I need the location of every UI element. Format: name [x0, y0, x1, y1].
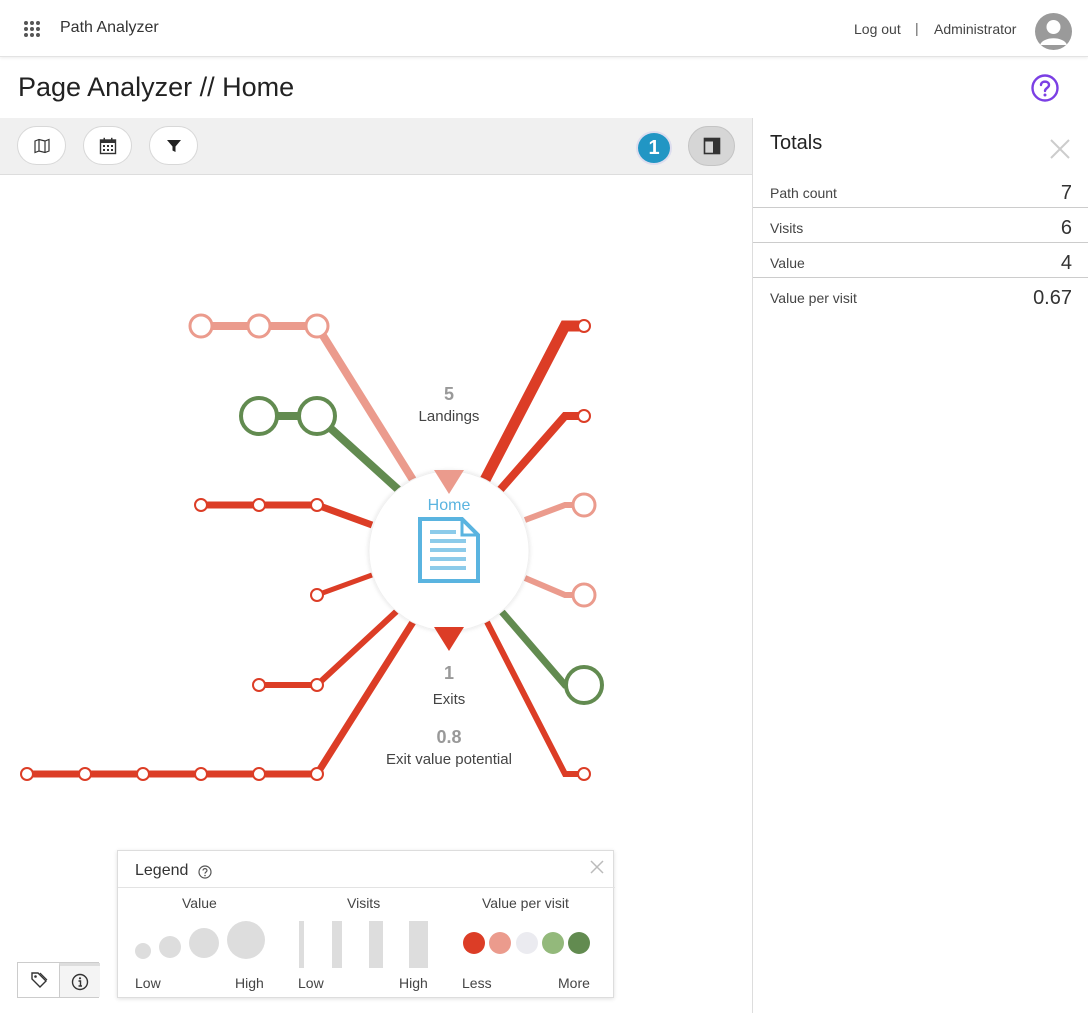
path-incoming-short[interactable]	[310, 572, 373, 602]
legend-value-high: High	[235, 975, 264, 991]
legend-value-swatch	[135, 943, 151, 959]
user-icon	[1040, 20, 1067, 45]
legend-value-low: Low	[135, 975, 161, 991]
totals-label: Path count	[770, 185, 837, 201]
legend-visits-swatch	[409, 921, 428, 968]
legend-panel: Legend Value Visits Value per visit Low	[117, 850, 615, 998]
totals-row-value: Value 4	[753, 243, 1088, 278]
legend-vpv-swatch	[489, 932, 511, 954]
legend-visits-swatch	[299, 921, 304, 968]
avatar[interactable]	[1035, 13, 1072, 50]
legend-swatches	[135, 921, 590, 968]
totals-value: 7	[1060, 182, 1072, 204]
help-icon[interactable]	[198, 865, 212, 879]
path-incoming-top[interactable]	[188, 313, 417, 483]
calendar-icon	[99, 137, 116, 154]
page-title: Page Analyzer // Home	[18, 72, 295, 102]
path-outgoing-green[interactable]	[499, 609, 604, 705]
help-icon[interactable]	[1031, 74, 1059, 102]
legend-title: Legend	[135, 862, 189, 879]
path-incoming-green[interactable]	[239, 396, 405, 496]
legend-vpv-more: More	[558, 975, 590, 991]
legend-value-swatch	[189, 928, 219, 958]
filter-button[interactable]	[149, 126, 198, 165]
header-separator: |	[915, 20, 919, 36]
totals-label: Value	[770, 255, 805, 271]
center-page-node[interactable]: Home	[368, 470, 530, 651]
legend-vpv-heading: Value per visit	[482, 895, 569, 911]
close-icon[interactable]	[1049, 138, 1071, 160]
totals-label: Visits	[770, 220, 804, 236]
totals-label: Value per visit	[770, 290, 857, 306]
legend-visits-swatch	[332, 921, 342, 968]
corner-buttons	[17, 962, 100, 998]
totals-row-path-count: Path count 7	[753, 173, 1088, 208]
map-icon	[33, 138, 50, 153]
legend-vpv-swatch	[463, 932, 485, 954]
center-page-label: Home	[428, 497, 471, 514]
app-title: Path Analyzer	[60, 19, 159, 36]
exits-label: Exits	[433, 691, 466, 708]
tags-button[interactable]	[18, 963, 59, 997]
logout-link[interactable]: Log out	[854, 21, 901, 37]
tag-icon	[30, 972, 47, 988]
page-document-icon	[418, 517, 480, 583]
totals-title: Totals	[770, 132, 823, 154]
panel-toggle-button[interactable]	[688, 126, 735, 166]
path-outgoing-top[interactable]	[480, 319, 591, 483]
landings-count: 5	[444, 384, 454, 404]
path-incoming-long[interactable]	[20, 620, 416, 781]
path-incoming-middle[interactable]	[194, 498, 374, 529]
legend-visits-swatch	[369, 921, 383, 968]
legend-visits-high: High	[399, 975, 428, 991]
path-outgoing-fourth[interactable]	[523, 575, 597, 608]
legend-vpv-swatch	[542, 932, 564, 954]
date-range-button[interactable]	[83, 126, 132, 165]
legend-value-swatch	[159, 936, 181, 958]
exits-arrow-icon	[434, 627, 464, 651]
totals-panel: Totals Path count 7 Visits 6 Value 4 Val…	[752, 118, 1088, 1013]
legend-vpv-swatch	[568, 932, 590, 954]
app-launcher-icon[interactable]	[22, 19, 42, 39]
totals-row-value-per-visit: Value per visit 0.67	[753, 278, 1088, 313]
totals-row-visits: Visits 6	[753, 208, 1088, 243]
panel-layout-icon	[703, 137, 720, 155]
legend-divider	[118, 887, 615, 888]
info-icon	[71, 973, 89, 990]
legend-visits-heading: Visits	[347, 895, 381, 911]
notification-badge[interactable]: 1	[636, 131, 672, 165]
exits-count: 1	[444, 663, 454, 683]
path-outgoing-third[interactable]	[523, 492, 597, 523]
legend-visits-low: Low	[298, 975, 324, 991]
user-name: Administrator	[934, 21, 1017, 37]
close-icon[interactable]	[590, 860, 604, 874]
totals-value: 0.67	[1033, 287, 1072, 309]
exit-value-potential-label: Exit value potential	[386, 751, 512, 768]
landings-label: Landings	[419, 408, 480, 425]
totals-value: 6	[1060, 217, 1072, 239]
legend-vpv-swatch	[516, 932, 538, 954]
legend-vpv-less: Less	[462, 975, 492, 991]
info-button[interactable]	[59, 963, 100, 997]
legend-value-heading: Value	[182, 895, 217, 911]
legend-value-swatch	[227, 921, 265, 959]
totals-value: 4	[1060, 252, 1072, 274]
exit-value-potential-value: 0.8	[436, 727, 461, 747]
filter-icon	[166, 139, 181, 152]
map-view-button[interactable]	[17, 126, 66, 165]
top-bar: Path Analyzer Log out | Administrator	[0, 0, 1088, 57]
